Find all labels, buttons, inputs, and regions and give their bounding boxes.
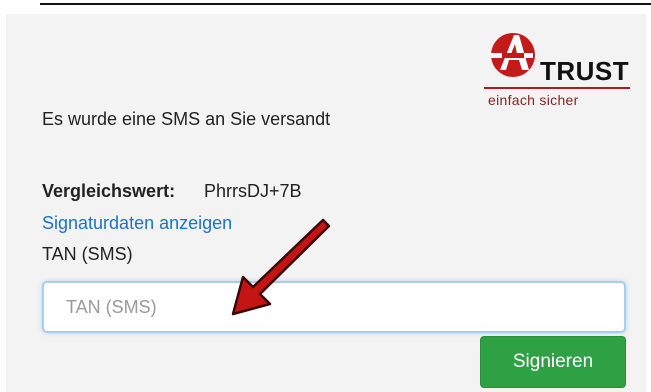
sign-button[interactable]: Signieren [480, 336, 626, 388]
logo-brand-text: TRUST [540, 56, 630, 86]
sms-sent-message: Es wurde eine SMS an Sie versandt [42, 109, 331, 129]
comparison-label: Vergleichswert: [42, 181, 176, 201]
comparison-value: PhrrsDJ+7B [204, 181, 302, 201]
a-trust-logo: TRUST einfach sicher [482, 26, 630, 112]
logo-tagline: einfach sicher [488, 92, 579, 108]
show-signature-data-link[interactable]: Signaturdaten anzeigen [42, 213, 232, 234]
top-divider-line [40, 3, 651, 5]
logo-divider [484, 87, 630, 89]
signature-panel: TRUST einfach sicher Es wurde eine SMS a… [6, 14, 646, 392]
tan-input[interactable] [42, 281, 626, 333]
red-arrow-icon [231, 218, 331, 316]
tan-label: TAN (SMS) [42, 244, 133, 264]
